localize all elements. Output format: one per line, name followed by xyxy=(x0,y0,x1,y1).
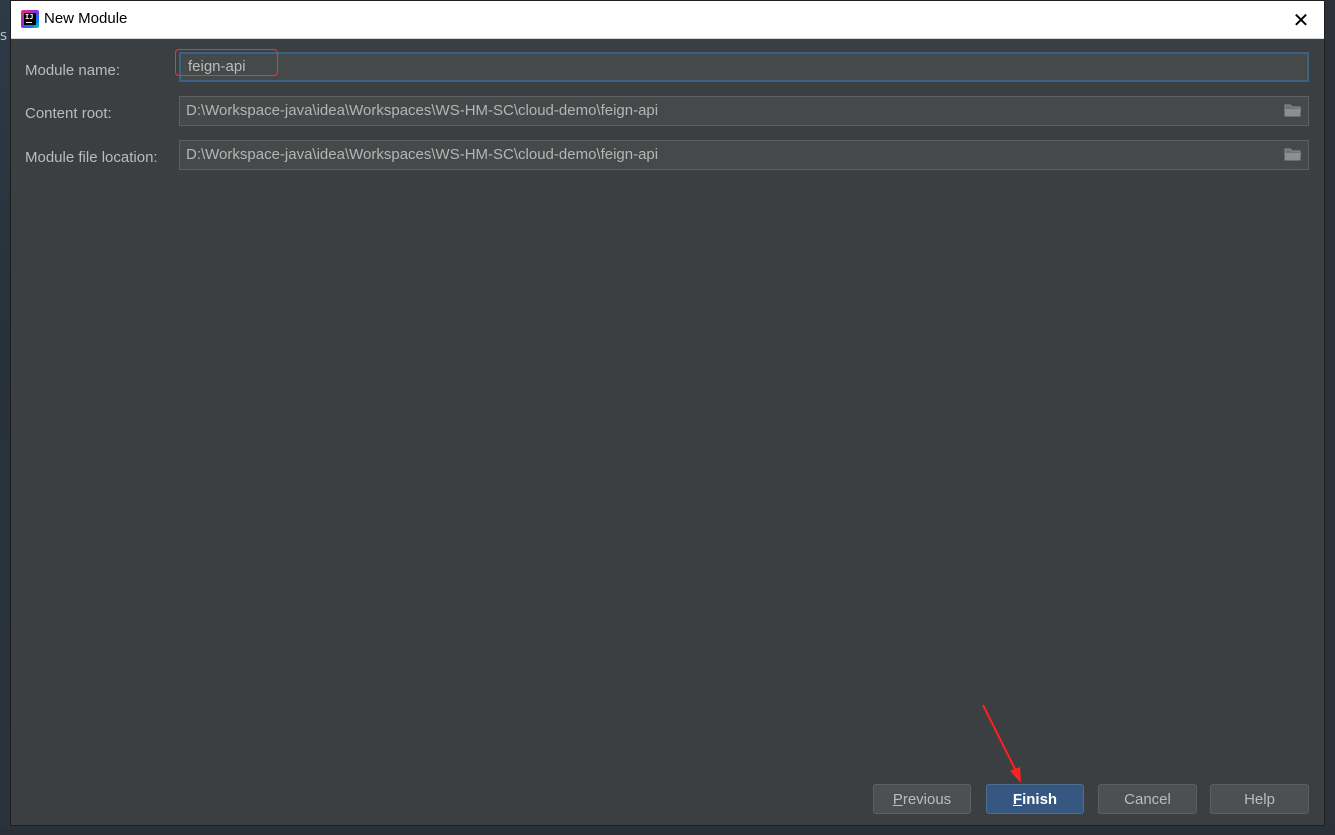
help-button[interactable]: Help xyxy=(1210,784,1309,814)
module-name-label: Module name: xyxy=(25,62,121,79)
close-icon: ✕ xyxy=(1292,8,1310,32)
background-text: S xyxy=(0,30,7,43)
content-root-label: Content root: xyxy=(25,105,112,122)
previous-mnemonic: P xyxy=(892,790,903,808)
new-module-dialog: IJ New Module ✕ Module name: feign-api C… xyxy=(10,0,1325,826)
finish-mnemonic: F xyxy=(1012,790,1023,808)
module-file-location-value: D:\Workspace-java\idea\Workspaces\WS-HM-… xyxy=(186,146,659,163)
folder-icon[interactable] xyxy=(1284,147,1302,161)
module-name-input[interactable]: feign-api xyxy=(179,52,1309,82)
cancel-label: Cancel xyxy=(1124,790,1171,808)
module-file-location-field[interactable]: D:\Workspace-java\idea\Workspaces\WS-HM-… xyxy=(179,140,1309,170)
previous-label: revious xyxy=(902,790,952,808)
module-file-location-label: Module file location: xyxy=(25,149,158,166)
folder-icon[interactable] xyxy=(1284,103,1302,117)
finish-label: inish xyxy=(1022,790,1058,808)
content-root-value: D:\Workspace-java\idea\Workspaces\WS-HM-… xyxy=(186,102,659,119)
help-label: Help xyxy=(1244,790,1275,808)
dialog-title: New Module xyxy=(44,10,128,27)
intellij-idea-icon: IJ xyxy=(21,10,39,28)
cancel-button[interactable]: Cancel xyxy=(1098,784,1197,814)
background-bottom-edge xyxy=(0,826,1335,835)
previous-button[interactable]: Previous xyxy=(873,784,971,814)
close-button[interactable]: ✕ xyxy=(1278,1,1324,39)
annotation-highlight-box xyxy=(175,49,278,76)
title-bar[interactable]: IJ New Module ✕ xyxy=(11,1,1324,39)
background-window-edge: S xyxy=(0,0,10,835)
annotation-arrow-icon xyxy=(982,704,1021,783)
content-root-field[interactable]: D:\Workspace-java\idea\Workspaces\WS-HM-… xyxy=(179,96,1309,126)
